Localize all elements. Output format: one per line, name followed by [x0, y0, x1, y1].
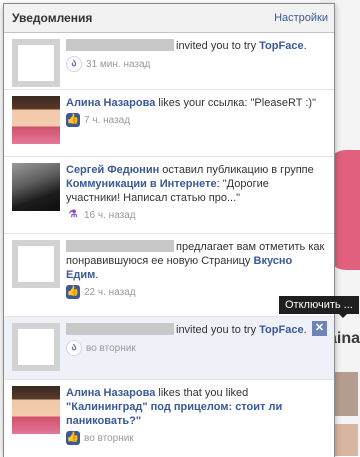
timestamp: 22 ч. назад [84, 286, 136, 298]
avatar[interactable] [12, 323, 60, 371]
notification-meta: ა во вторник [66, 340, 326, 356]
avatar[interactable] [12, 39, 60, 87]
notification-meta: ⚗ 16 ч. назад [66, 208, 326, 222]
redacted-name [66, 240, 174, 252]
timestamp: во вторник [84, 432, 134, 444]
like-icon: 👍 [66, 113, 80, 127]
notifications-panel: Уведомления Настройки invited you to try… [3, 3, 335, 457]
notification-item[interactable]: Сергей Федюнин оставил публикацию в груп… [4, 157, 334, 234]
notification-item[interactable]: Алина Назарова likes that you liked "Кал… [4, 380, 334, 457]
timestamp: во вторник [86, 342, 136, 354]
timestamp: 16 ч. назад [84, 209, 136, 221]
notifications-header: Уведомления Настройки [4, 4, 334, 33]
timestamp: 31 мин. назад [86, 58, 151, 70]
post-link[interactable]: "Калининград" под прицелом: стоит ли пан… [66, 401, 282, 427]
notification-text: предлагает вам отметить как понравившуюс… [66, 240, 325, 281]
panel-title: Уведомления [12, 11, 93, 25]
redacted-name [66, 39, 174, 51]
topface-icon: ა [66, 340, 82, 356]
notification-item[interactable]: invited you to try TopFace. ა во вторник [4, 317, 334, 380]
app-link[interactable]: TopFace [259, 324, 303, 336]
like-icon: 👍 [66, 285, 80, 299]
avatar[interactable] [12, 386, 60, 434]
settings-link[interactable]: Настройки [274, 12, 328, 24]
notification-item[interactable]: invited you to try TopFace. ა 31 мин. на… [4, 33, 334, 90]
notification-text: invited you to try TopFace. [66, 39, 326, 53]
redacted-name [66, 323, 174, 335]
disable-tooltip: Отключить ... [279, 296, 359, 318]
actor-link[interactable]: Сергей Федюнин [66, 164, 159, 176]
group-link[interactable]: Коммуникации в Интернете [66, 178, 217, 190]
topface-icon: ა [66, 56, 82, 72]
notification-item[interactable]: Алина Назарова likes your ссылка: "Pleas… [4, 90, 334, 157]
notification-text: invited you to try TopFace. [66, 323, 326, 337]
notification-meta: 👍 7 ч. назад [66, 113, 326, 127]
actor-link[interactable]: Алина Назарова [66, 387, 155, 399]
notification-text: Алина Назарова likes that you liked "Кал… [66, 387, 283, 427]
like-icon: 👍 [66, 431, 80, 445]
avatar[interactable] [12, 240, 60, 288]
flask-icon: ⚗ [68, 209, 78, 220]
actor-link[interactable]: Алина Назарова [66, 97, 155, 109]
timestamp: 7 ч. назад [84, 114, 131, 126]
notification-text: Сергей Федюнин оставил публикацию в груп… [66, 164, 314, 204]
app-link[interactable]: TopFace [259, 40, 303, 52]
close-icon[interactable]: ✕ [312, 321, 327, 336]
notification-meta: ა 31 мин. назад [66, 56, 326, 72]
notification-meta: 👍 во вторник [66, 431, 326, 445]
avatar[interactable] [12, 96, 60, 144]
avatar[interactable] [12, 163, 60, 211]
notification-text: Алина Назарова likes your ссылка: "Pleas… [66, 97, 316, 109]
